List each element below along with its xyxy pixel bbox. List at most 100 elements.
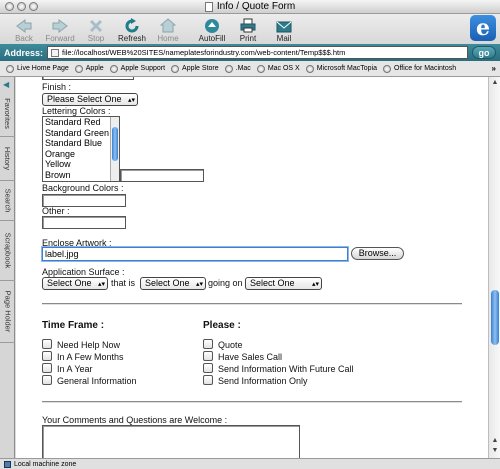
select-arrows-icon: ▴▾ [127,97,135,104]
surface-select-2[interactable]: Select One ▴▾ [140,277,206,290]
favorite-link[interactable]: Microsoft MacTopia [305,64,377,73]
in-a-year-checkbox[interactable] [42,363,52,373]
favorite-link[interactable]: Office for Macintosh [383,64,456,73]
globe-icon [256,64,265,73]
window-controls [5,2,38,11]
other-label: Other : [42,206,70,216]
internet-explorer-logo: e [470,15,496,41]
status-bar: Local machine zone [0,458,500,469]
back-arrow-icon [15,17,33,34]
list-item[interactable]: Orange [43,149,119,160]
zoom-window-button[interactable] [29,2,38,11]
list-item[interactable]: Standard Green [43,128,119,139]
globe-icon [224,64,233,73]
list-item[interactable]: Standard Blue [43,138,119,149]
favorite-link[interactable]: Live Home Page [6,64,69,73]
checkbox-label: Need Help Now [57,340,121,350]
send-info-future-call-checkbox[interactable] [203,363,213,373]
address-url: file://localhost/WEB%20SITES/nameplatesf… [62,48,346,57]
print-button[interactable]: Print [230,14,266,44]
page-content: Finish : Please Select One ▴▾ Lettering … [16,77,488,458]
document-icon [204,1,213,12]
listbox-scroll-thumb[interactable] [112,127,118,161]
favorite-link[interactable]: Apple Store [171,64,219,73]
forward-arrow-icon [51,17,69,34]
window-title: Info / Quote Form [216,1,296,12]
browse-button[interactable]: Browse... [351,247,404,260]
page-scrollbar[interactable]: ▲ ▲ ▼ [488,77,500,458]
page-icon [51,48,60,57]
comments-textarea[interactable] [42,425,300,458]
tab-scrapbook[interactable]: Scrapbook [0,221,15,281]
tab-favorites[interactable]: Favorites [0,91,15,137]
select-arrows-icon: ▴▾ [311,281,319,288]
that-is-label: that is [111,278,136,288]
tab-page-holder[interactable]: Page Holder [0,281,15,343]
title-bar: Info / Quote Form [0,0,500,14]
select-arrows-icon: ▴▾ [195,281,203,288]
have-sales-call-checkbox[interactable] [203,351,213,361]
tab-history[interactable]: History [0,137,15,181]
partial-field[interactable] [42,77,134,80]
in-a-few-months-checkbox[interactable] [42,351,52,361]
explorer-bar-tabs: ◀ Favorites History Search Scrapbook Pag… [0,77,15,458]
surface-select-1[interactable]: Select One ▴▾ [42,277,108,290]
page-scroll-thumb[interactable] [491,290,499,345]
favorite-link[interactable]: Apple Support [109,64,165,73]
general-information-checkbox[interactable] [42,375,52,385]
list-item[interactable]: Standard Red [43,117,119,128]
lettering-colors-listbox[interactable]: Standard Red Standard Green Standard Blu… [42,116,120,182]
checkbox-label: General Information [57,376,137,386]
address-input[interactable]: file://localhost/WEB%20SITES/nameplatesf… [47,46,468,59]
refresh-button[interactable]: Refresh [114,14,150,44]
globe-icon [171,64,180,73]
favorite-link[interactable]: .Mac [224,64,251,73]
back-button[interactable]: Back [6,14,42,44]
minimize-window-button[interactable] [17,2,26,11]
tab-search[interactable]: Search [0,181,15,221]
quote-checkbox[interactable] [203,339,213,349]
stop-icon [87,17,105,34]
close-window-button[interactable] [5,2,14,11]
globe-icon [305,64,314,73]
surface-select-3[interactable]: Select One ▴▾ [245,277,322,290]
send-info-only-checkbox[interactable] [203,375,213,385]
scroll-up-icon[interactable]: ▲ [491,437,499,445]
finish-label: Finish : [42,82,72,92]
refresh-icon [123,17,141,34]
list-item[interactable]: Brown [43,170,119,181]
artwork-file-input[interactable]: label.jpg [42,247,348,261]
address-label: Address: [4,47,44,58]
lettering-colors-label: Lettering Colors : [42,106,111,116]
home-button[interactable]: Home [150,14,186,44]
chevron-right-icon[interactable]: » [492,64,496,73]
favorite-link[interactable]: Mac OS X [256,64,300,73]
checkbox-label: Quote [218,340,243,350]
need-help-now-checkbox[interactable] [42,339,52,349]
home-icon [159,17,177,34]
checkbox-label: Have Sales Call [218,352,283,362]
autofill-button[interactable]: AutoFill [194,14,230,44]
mail-button[interactable]: Mail [266,14,302,44]
please-heading: Please : [203,320,241,331]
scroll-up-icon[interactable]: ▲ [491,79,499,87]
favorites-bar: Live Home Page Apple Apple Support Apple… [0,61,500,77]
application-surface-label: Application Surface : [42,267,125,277]
zone-icon [4,460,11,468]
go-button[interactable]: go [472,46,496,59]
favorite-link[interactable]: Apple [74,64,104,73]
stop-button[interactable]: Stop [78,14,114,44]
lettering-other-field[interactable] [120,169,204,182]
comments-label: Your Comments and Questions are Welcome … [42,415,228,425]
scroll-down-icon[interactable]: ▼ [491,447,499,455]
forward-button[interactable]: Forward [42,14,78,44]
status-zone: Local machine zone [14,460,77,468]
checkbox-label: Send Information With Future Call [218,364,354,374]
finish-select[interactable]: Please Select One ▴▾ [42,93,138,106]
list-item[interactable]: Yellow [43,159,119,170]
sidebar-toggle-icon[interactable]: ◀ [3,80,12,89]
printer-icon [239,17,257,34]
other-field[interactable] [42,216,126,229]
section-divider [42,401,462,403]
listbox-scrollbar[interactable] [110,117,119,181]
